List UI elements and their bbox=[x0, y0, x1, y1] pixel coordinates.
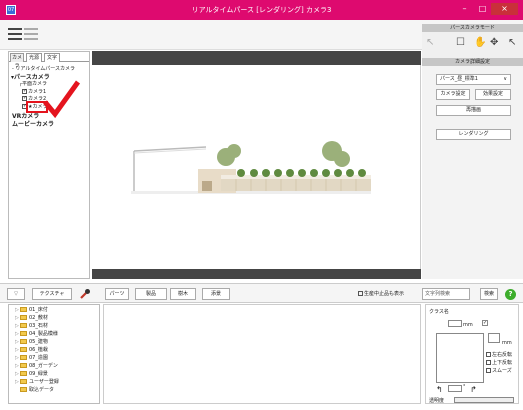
material-toolbar: ▽ テクスチャ パーツ 製品 樹木 添景 生産中止品も表示 文字列検索 検索 ? bbox=[0, 283, 523, 303]
wrench-icon[interactable] bbox=[79, 288, 91, 300]
tab-light[interactable]: 光源 bbox=[26, 53, 42, 62]
redraw-button[interactable]: 再描画 bbox=[436, 105, 511, 116]
folder-icon bbox=[20, 387, 27, 392]
folder-icon bbox=[20, 347, 27, 352]
effect-settings-button[interactable]: 効果設定 bbox=[475, 89, 511, 100]
transparency-slider[interactable] bbox=[454, 397, 514, 403]
render-button[interactable]: レンダリング bbox=[436, 129, 511, 140]
folder-icon bbox=[20, 323, 27, 328]
properties-panel: クラス名 mm ✓ mm 左右反転 上下反転 スムーズ ↰ ° ↱ 透明度 bbox=[425, 304, 519, 404]
category-tree-panel: ▷ 01_床付 ▷ 02_敷材 ▷ 03_石材 ▷ 04_製品模様 ▷ 05_建物 ▷ 06… bbox=[8, 304, 100, 404]
title-bar: 07 リアルタイムパース [レンダリング] カメラ3 – □ × bbox=[0, 0, 523, 20]
hand-icon[interactable]: ✋ bbox=[474, 37, 486, 48]
category-item[interactable]: ▷ 07_造園 bbox=[15, 355, 48, 362]
rotate-right-icon[interactable]: ↱ bbox=[470, 385, 477, 394]
tab-landscape[interactable]: 添景 bbox=[202, 288, 230, 300]
maximize-button[interactable]: □ bbox=[474, 3, 491, 15]
tab-text[interactable]: 文字 bbox=[44, 53, 60, 62]
rotate-left-icon[interactable]: ↰ bbox=[436, 385, 443, 394]
category-item[interactable]: ▷ 04_製品模様 bbox=[15, 331, 58, 338]
camera1-checkbox[interactable]: ✓ bbox=[22, 89, 27, 94]
category-item[interactable]: ▷ 03_石材 bbox=[15, 323, 48, 330]
flip-vertical-checkbox[interactable]: 上下反転 bbox=[486, 359, 512, 366]
search-button[interactable]: 検索 bbox=[480, 288, 498, 300]
width-input[interactable] bbox=[448, 320, 462, 327]
tree-item-realtime-camera[interactable]: - リアルタイムパースカメラ bbox=[12, 65, 75, 72]
minimize-button[interactable]: – bbox=[456, 3, 473, 15]
material-items-panel[interactable] bbox=[103, 304, 421, 404]
folder-icon bbox=[20, 363, 27, 368]
rendered-garden-scene bbox=[131, 141, 371, 194]
texture-button[interactable]: テクスチャ bbox=[32, 288, 72, 300]
render-viewport[interactable] bbox=[92, 51, 421, 279]
camera-mode-panel: パースカメラモード ↖ ☐ ✋ ✥ ↖ bbox=[422, 24, 523, 58]
camera-settings-panel: カメラ詳細設定 パース_昼_標準1 ∨ カメラ設定 効果設定 再描画 レンダリング bbox=[422, 58, 523, 279]
show-discontinued-checkbox[interactable]: 生産中止品も表示 bbox=[358, 290, 404, 297]
chevron-down-icon: ∨ bbox=[503, 76, 507, 82]
pointer-icon[interactable]: ↖ bbox=[426, 37, 434, 48]
category-item[interactable]: ▷ 02_敷材 bbox=[15, 315, 48, 322]
category-item[interactable]: ▷ 09_緑景 bbox=[15, 371, 48, 378]
viewport-top-bar bbox=[92, 51, 421, 65]
tab-trees[interactable]: 樹木 bbox=[170, 288, 196, 300]
folder-icon bbox=[20, 379, 27, 384]
filter-button[interactable]: ▽ bbox=[7, 288, 25, 300]
category-item[interactable]: 取込データ bbox=[15, 387, 54, 394]
mm-unit-label: mm bbox=[463, 322, 473, 328]
camera-settings-title: カメラ詳細設定 bbox=[422, 58, 523, 66]
folder-icon bbox=[20, 315, 27, 320]
category-item[interactable]: ▷ 05_建物 bbox=[15, 339, 48, 346]
select-icon[interactable]: ☐ bbox=[456, 37, 465, 48]
tree-item-movie-camera[interactable]: ムービーカメラ bbox=[12, 119, 54, 128]
search-input[interactable]: 文字列検索 bbox=[422, 288, 470, 300]
rotation-input[interactable] bbox=[448, 385, 462, 392]
category-item[interactable]: ▷ 08_ガーデン bbox=[15, 363, 58, 370]
folder-icon bbox=[20, 371, 27, 376]
viewport-right-edge bbox=[420, 65, 421, 269]
smooth-checkbox[interactable]: スムーズ bbox=[486, 367, 512, 374]
preset-select[interactable]: パース_昼_標準1 ∨ bbox=[436, 74, 511, 85]
lock-ratio-checkbox[interactable]: ✓ bbox=[482, 320, 488, 326]
folder-icon bbox=[20, 355, 27, 360]
move-icon[interactable]: ✥ bbox=[490, 37, 498, 48]
tab-parts[interactable]: パーツ bbox=[105, 288, 129, 300]
flip-horizontal-checkbox[interactable]: 左右反転 bbox=[486, 351, 512, 358]
tab-camera[interactable]: カメラ bbox=[10, 53, 24, 69]
viewport-bottom-bar bbox=[92, 269, 421, 279]
degree-unit-label: ° bbox=[463, 384, 466, 390]
window-title: リアルタイムパース [レンダリング] カメラ3 bbox=[191, 6, 332, 14]
camera-pointer-icon[interactable]: ↖ bbox=[508, 37, 516, 48]
category-item[interactable]: ▷ 01_床付 bbox=[15, 307, 48, 314]
height-input[interactable] bbox=[488, 333, 500, 343]
transparency-label: 透明度 bbox=[429, 398, 445, 404]
category-item[interactable]: ▷ 06_植栽 bbox=[15, 347, 48, 354]
tab-products[interactable]: 製品 bbox=[135, 288, 167, 300]
class-name-label: クラス名 bbox=[429, 309, 449, 315]
folder-icon bbox=[20, 331, 27, 336]
list-menu-icon[interactable] bbox=[24, 28, 38, 42]
help-icon[interactable]: ? bbox=[505, 289, 516, 300]
close-button[interactable]: × bbox=[491, 3, 518, 15]
mm-unit-label-2: mm bbox=[502, 340, 512, 346]
red-checkmark-annotation bbox=[43, 80, 81, 119]
hamburger-menu-icon[interactable] bbox=[8, 28, 22, 42]
camera-settings-button[interactable]: カメラ設定 bbox=[436, 89, 470, 100]
camera-mode-title: パースカメラモード bbox=[422, 24, 523, 32]
folder-icon bbox=[20, 339, 27, 344]
folder-icon bbox=[20, 307, 27, 312]
texture-preview bbox=[436, 333, 484, 383]
category-item[interactable]: ▷ ユーザー登録 bbox=[15, 379, 59, 386]
